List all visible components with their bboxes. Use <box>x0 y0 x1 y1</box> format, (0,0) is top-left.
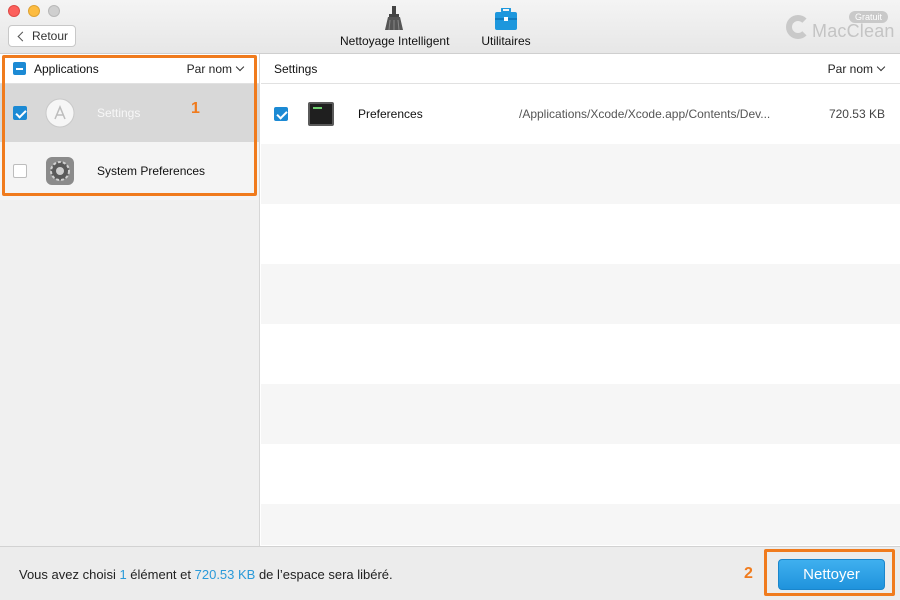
tab-utilitaires[interactable]: Utilitaires <box>478 6 534 48</box>
terminal-icon <box>308 102 334 126</box>
files-title: Settings <box>274 61 318 76</box>
select-all-checkbox[interactable] <box>13 62 26 75</box>
tab-utilitaires-label: Utilitaires <box>481 34 531 48</box>
sort-dropdown-left[interactable]: Par nom <box>186 62 245 76</box>
file-name: Preferences <box>358 107 423 121</box>
toolbox-icon <box>478 6 534 30</box>
app-checkbox-system-preferences[interactable] <box>13 164 27 178</box>
sort-label: Par nom <box>827 62 873 76</box>
file-path: /Applications/Xcode/Xcode.app/Contents/D… <box>519 107 771 121</box>
applications-panel: Applications Par nom Settings System Pre… <box>0 54 260 546</box>
clean-button[interactable]: Nettoyer <box>778 559 885 590</box>
app-name: System Preferences <box>97 164 206 178</box>
app-checkbox-settings[interactable] <box>13 106 27 120</box>
table-row[interactable]: Preferences /Applications/Xcode/Xcode.ap… <box>261 84 900 144</box>
broom-icon <box>340 6 448 30</box>
step-marker-1: 1 <box>191 100 200 117</box>
back-button-label: Retour <box>31 29 69 43</box>
file-checkbox[interactable] <box>274 107 288 121</box>
files-header: Settings Par nom <box>261 54 900 84</box>
empty-row <box>261 324 900 384</box>
step-marker-2: 2 <box>744 565 753 582</box>
zoom-window-button[interactable] <box>48 5 60 17</box>
brand-name: MacClean <box>812 21 895 41</box>
summary-mid: élément et <box>126 567 195 582</box>
files-panel: Settings Par nom Preferences /Applicatio… <box>261 54 900 546</box>
sort-dropdown-right[interactable]: Par nom <box>827 62 886 76</box>
tab-nettoyage-intelligent-label: Nettoyage Intelligent <box>340 34 450 48</box>
summary-suffix: de l’espace sera libéré. <box>255 567 393 582</box>
window-controls <box>8 5 60 17</box>
chevron-down-icon <box>235 62 245 72</box>
gear-icon <box>46 157 74 185</box>
toolbar: Retour Nettoyage Intelligent Utilitaires… <box>0 0 900 54</box>
tab-nettoyage-intelligent[interactable]: Nettoyage Intelligent <box>340 6 450 48</box>
brand-badge: Gratuit <box>848 11 888 23</box>
empty-row <box>261 204 900 264</box>
empty-row <box>261 384 900 444</box>
app-store-icon <box>45 98 75 128</box>
back-button[interactable]: Retour <box>8 25 76 47</box>
sort-label: Par nom <box>186 62 232 76</box>
macclean-logo-icon <box>786 15 810 39</box>
summary-size: 720.53 KB <box>194 567 256 582</box>
empty-row <box>261 504 900 545</box>
app-name: Settings <box>97 106 141 120</box>
empty-row <box>261 264 900 324</box>
minimize-window-button[interactable] <box>28 5 40 17</box>
macclean-logo: MacClean Gratuit <box>786 11 894 45</box>
close-window-button[interactable] <box>8 5 20 17</box>
file-size: 720.53 KB <box>828 107 885 121</box>
applications-title: Applications <box>34 61 99 76</box>
summary-prefix: Vous avez choisi <box>19 567 120 582</box>
list-item-settings[interactable]: Settings <box>0 84 259 142</box>
applications-header: Applications Par nom <box>0 54 259 84</box>
empty-row <box>261 444 900 504</box>
selection-summary: Vous avez choisi 1 élément et 720.53 KB … <box>19 567 393 582</box>
list-item-system-preferences[interactable]: System Preferences <box>0 142 259 200</box>
chevron-down-icon <box>876 62 886 72</box>
footer-bar: Vous avez choisi 1 élément et 720.53 KB … <box>0 546 900 600</box>
chevron-left-icon <box>17 31 28 41</box>
summary-count: 1 <box>119 567 127 582</box>
empty-row <box>261 144 900 204</box>
